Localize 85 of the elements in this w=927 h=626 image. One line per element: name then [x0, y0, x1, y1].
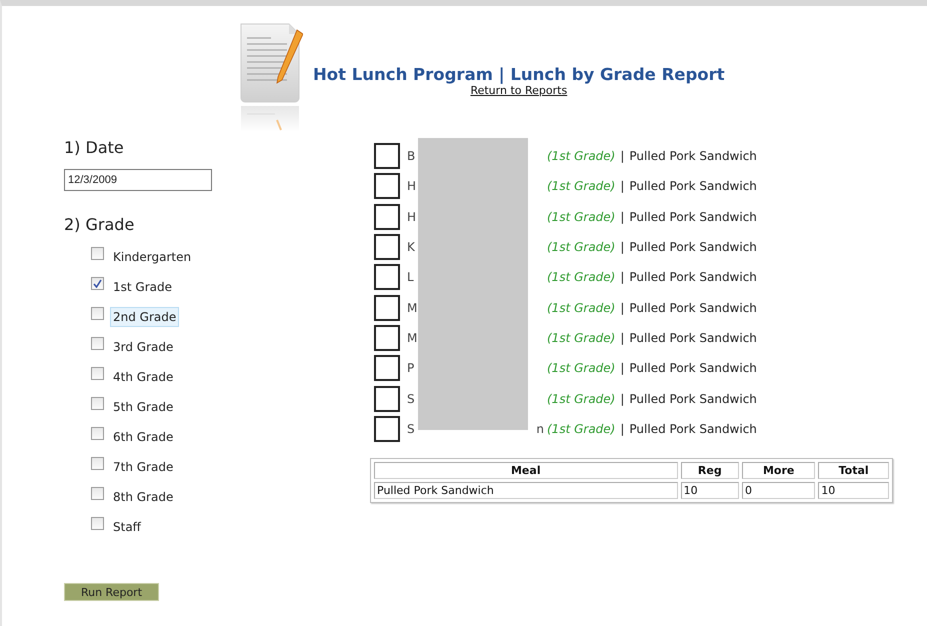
- return-link[interactable]: Return to Reports: [470, 84, 568, 97]
- student-grade: (1st Grade): [547, 422, 616, 436]
- student-name: S: [407, 392, 416, 406]
- grade-checkbox[interactable]: [91, 427, 104, 440]
- date-field[interactable]: 12/3/2009: [64, 169, 212, 191]
- student-grade: (1st Grade): [547, 179, 616, 194]
- student-meal: Pulled Pork Sandwich: [629, 392, 757, 406]
- grade-checkbox[interactable]: [91, 367, 104, 380]
- separator: |: [620, 210, 624, 224]
- student-meal: Pulled Pork Sandwich: [629, 300, 757, 315]
- grade-label[interactable]: 3rd Grade: [110, 336, 176, 356]
- grade-checkbox[interactable]: [91, 337, 104, 350]
- grade-label[interactable]: 8th Grade: [110, 486, 176, 506]
- separator: |: [620, 392, 624, 406]
- student-grade: (1st Grade): [547, 361, 616, 376]
- separator: |: [620, 149, 624, 164]
- student-checkbox[interactable]: [374, 416, 400, 442]
- student-grade: (1st Grade): [547, 149, 616, 164]
- grade-label[interactable]: 6th Grade: [110, 426, 176, 446]
- grade-label[interactable]: 5th Grade: [110, 396, 176, 416]
- grade-label[interactable]: 7th Grade: [110, 456, 176, 476]
- student-name: M: [407, 300, 416, 315]
- student-name: P: [407, 361, 416, 376]
- separator: |: [620, 361, 624, 376]
- student-name: K: [407, 240, 416, 254]
- table-cell: Pulled Pork Sandwich: [374, 482, 678, 499]
- grade-checkbox[interactable]: [91, 247, 104, 260]
- student-checkbox[interactable]: [374, 355, 400, 382]
- student-grade: (1st Grade): [547, 210, 616, 224]
- grade-label[interactable]: Staff: [110, 516, 144, 536]
- separator: |: [620, 270, 624, 284]
- student-checkbox[interactable]: [374, 324, 400, 351]
- student-checkbox[interactable]: [374, 143, 400, 170]
- grade-checkbox[interactable]: [91, 397, 104, 410]
- column-header: Reg: [680, 462, 740, 479]
- student-checkbox[interactable]: [374, 234, 400, 260]
- student-meal: Pulled Pork Sandwich: [629, 179, 757, 194]
- grade-checkbox[interactable]: [91, 457, 104, 470]
- column-header: Meal: [374, 462, 678, 479]
- student-grade: (1st Grade): [547, 330, 616, 345]
- student-name: H: [407, 179, 416, 194]
- student-checkbox[interactable]: [374, 204, 400, 230]
- separator: |: [620, 300, 624, 315]
- student-grade: (1st Grade): [547, 300, 616, 315]
- column-header: More: [742, 462, 816, 479]
- grade-checkbox[interactable]: [91, 277, 104, 290]
- grade-label[interactable]: 2nd Grade: [110, 306, 180, 326]
- student-grade: (1st Grade): [547, 270, 616, 284]
- table-cell: 0: [742, 482, 816, 499]
- student-meal: Pulled Pork Sandwich: [629, 210, 757, 224]
- student-checkbox[interactable]: [374, 173, 400, 200]
- student-meal: Pulled Pork Sandwich: [629, 422, 757, 436]
- separator: |: [620, 422, 624, 436]
- grade-heading: 2) Grade: [64, 215, 136, 234]
- separator: |: [620, 330, 624, 345]
- student-meal: Pulled Pork Sandwich: [629, 149, 757, 164]
- report-title: Hot Lunch Program | Lunch by Grade Report: [313, 65, 725, 84]
- student-grade: (1st Grade): [547, 240, 616, 254]
- table-cell: 10: [818, 482, 889, 499]
- student-name: B: [407, 149, 416, 164]
- student-name: S: [407, 422, 416, 436]
- grade-label[interactable]: Kindergarten: [110, 246, 194, 266]
- student-checkbox[interactable]: [374, 264, 400, 290]
- separator: |: [620, 240, 624, 254]
- student-checkbox[interactable]: [374, 294, 400, 321]
- student-name: n: [536, 422, 544, 436]
- student-checkbox[interactable]: [374, 386, 400, 412]
- table-cell: 10: [680, 482, 740, 499]
- student-grade: (1st Grade): [547, 392, 616, 406]
- student-name: H: [407, 210, 416, 224]
- grade-checkbox[interactable]: [91, 487, 104, 500]
- grade-label[interactable]: 1st Grade: [110, 276, 175, 296]
- grade-checkbox[interactable]: [91, 517, 104, 530]
- student-name: L: [407, 270, 415, 284]
- student-meal: Pulled Pork Sandwich: [629, 240, 757, 254]
- student-name: M: [407, 330, 416, 345]
- date-heading: 1) Date: [64, 138, 125, 157]
- student-meal: Pulled Pork Sandwich: [629, 330, 757, 345]
- student-meal: Pulled Pork Sandwich: [629, 270, 757, 284]
- grade-label[interactable]: 4th Grade: [110, 366, 176, 386]
- student-meal: Pulled Pork Sandwich: [629, 361, 757, 376]
- grade-checkbox[interactable]: [91, 307, 104, 320]
- run-report-button[interactable]: Run Report: [64, 583, 159, 601]
- column-header: Total: [818, 462, 889, 479]
- separator: |: [620, 179, 624, 194]
